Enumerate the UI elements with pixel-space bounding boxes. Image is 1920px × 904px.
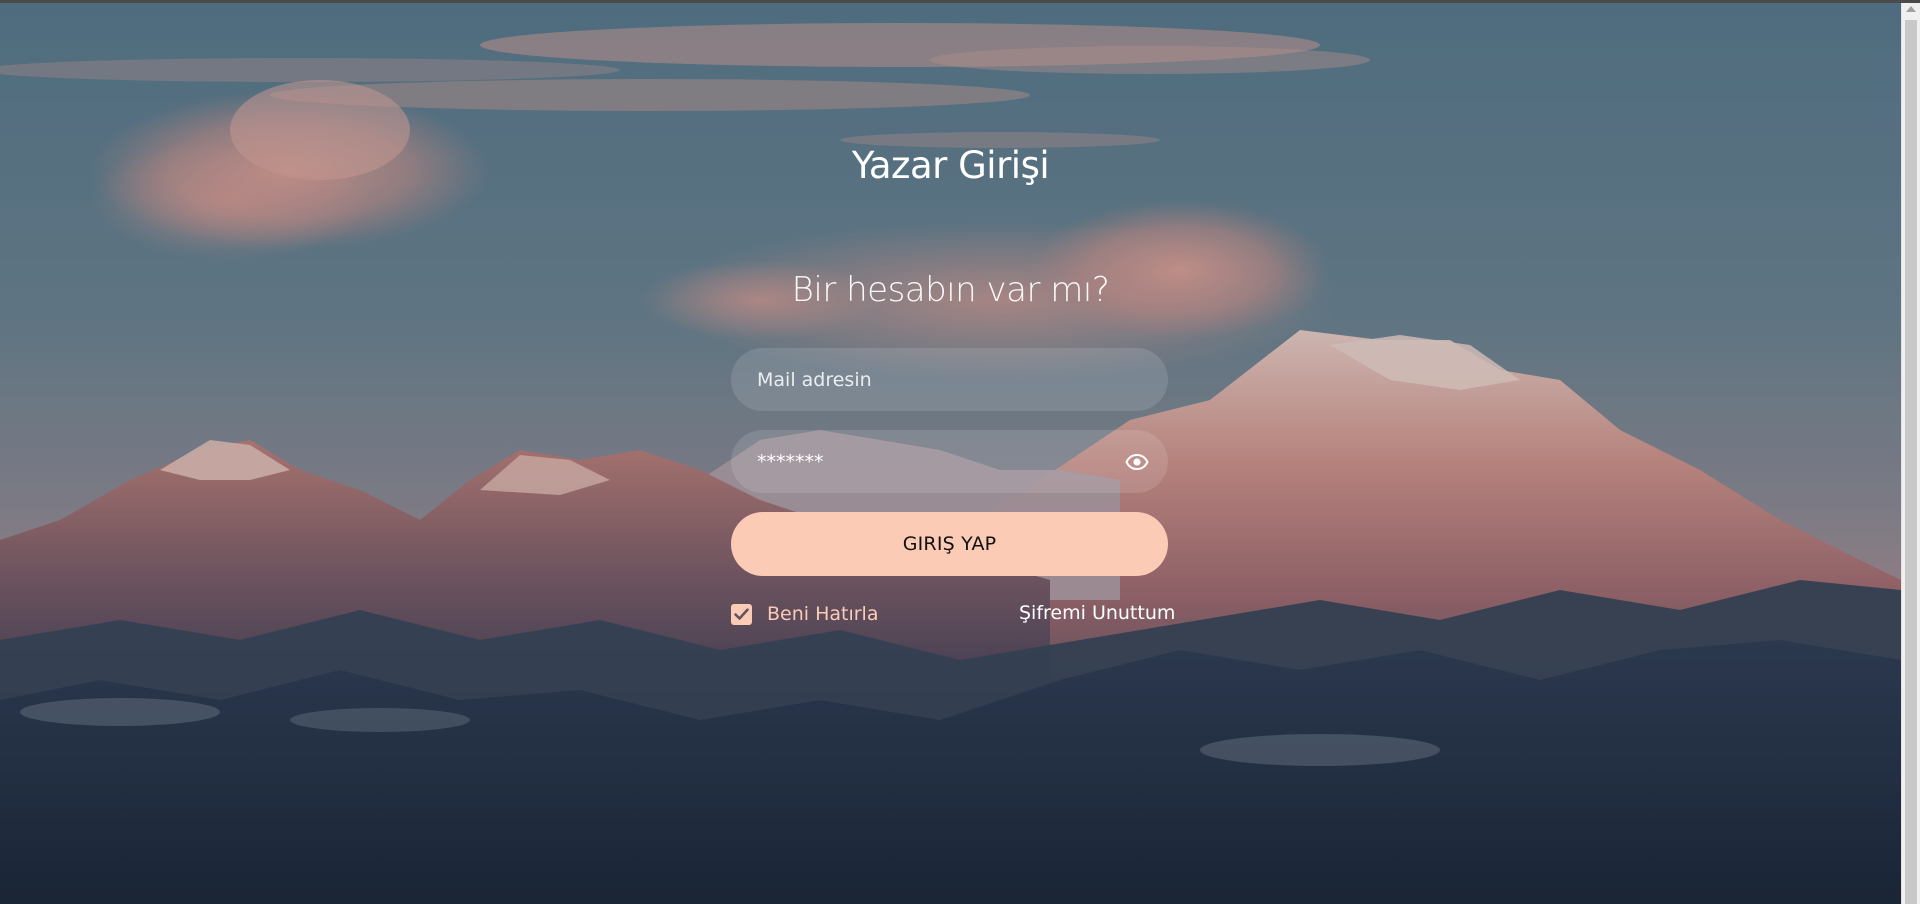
check-icon — [734, 608, 749, 620]
scroll-up-arrow-icon[interactable] — [1906, 6, 1916, 12]
scroll-thumb[interactable] — [1905, 20, 1917, 904]
email-input[interactable] — [731, 348, 1168, 411]
forgot-password-link[interactable]: Şifremi Unuttum — [1019, 602, 1175, 624]
login-button[interactable]: GIRIŞ YAP — [731, 512, 1168, 576]
email-field[interactable] — [731, 348, 1168, 411]
remember-me[interactable]: Beni Hatırla — [731, 602, 878, 626]
eye-icon[interactable] — [1125, 450, 1149, 474]
login-container: Yazar Girişi Bir hesabın var mı? GIRIŞ Y… — [0, 0, 1901, 904]
password-input[interactable] — [731, 430, 1168, 493]
password-field[interactable] — [731, 430, 1168, 493]
vertical-scrollbar[interactable] — [1901, 0, 1920, 904]
login-prompt: Bir hesabın var mı? — [791, 270, 1110, 310]
remember-label: Beni Hatırla — [767, 603, 879, 625]
page-title: Yazar Girişi — [851, 144, 1050, 187]
login-page: Yazar Girişi Bir hesabın var mı? GIRIŞ Y… — [0, 0, 1920, 904]
window-top-border — [0, 0, 1920, 3]
remember-checkbox[interactable] — [731, 603, 752, 625]
